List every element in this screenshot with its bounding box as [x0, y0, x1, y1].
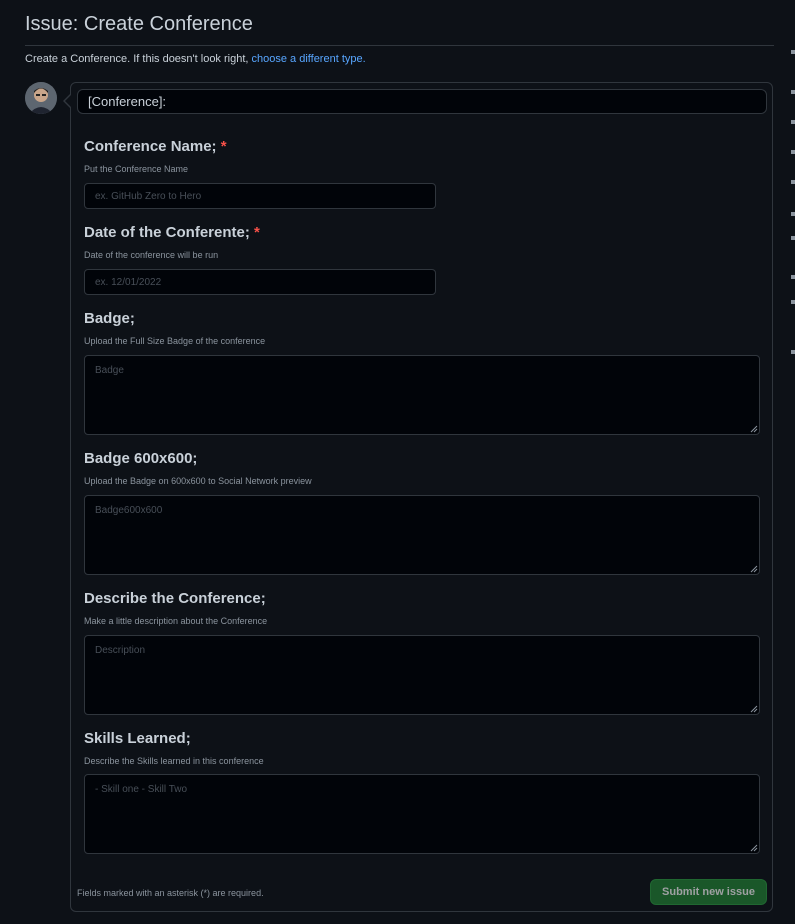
- avatar-icon: [25, 82, 57, 114]
- sidebar-edge-marker: [791, 300, 795, 304]
- description-textarea[interactable]: [84, 635, 760, 715]
- description-label: Describe the Conference;: [84, 590, 266, 607]
- badge-textarea[interactable]: [84, 355, 760, 435]
- conference-name-description: Put the Conference Name: [84, 164, 189, 174]
- form-caret-inner: [65, 95, 71, 107]
- sidebar-edge-marker: [791, 212, 795, 216]
- required-asterisk: *: [254, 224, 260, 241]
- header-divider: [25, 45, 774, 46]
- resize-handle-icon[interactable]: [750, 844, 758, 852]
- subtitle-text: Create a Conference. If this doesn't loo…: [25, 53, 249, 65]
- sidebar-edge-marker: [791, 275, 795, 279]
- submit-issue-button[interactable]: Submit new issue: [650, 879, 767, 905]
- sidebar-edge-marker: [791, 180, 795, 184]
- resize-handle-icon[interactable]: [750, 425, 758, 433]
- conference-date-label: Date of the Conferente; *: [84, 224, 260, 241]
- sidebar-edge-marker: [791, 150, 795, 154]
- sidebar-edge-marker: [791, 120, 795, 124]
- conference-date-label-text: Date of the Conferente;: [84, 224, 250, 241]
- conference-date-input[interactable]: [84, 269, 436, 295]
- conference-name-label: Conference Name; *: [84, 138, 227, 155]
- skills-label: Skills Learned;: [84, 730, 191, 747]
- choose-type-link[interactable]: choose a different type.: [252, 53, 366, 65]
- required-fields-note: Fields marked with an asterisk (*) are r…: [77, 888, 264, 898]
- resize-handle-icon[interactable]: [750, 705, 758, 713]
- sidebar-edge-marker: [791, 236, 795, 240]
- badge-600-description: Upload the Badge on 600x600 to Social Ne…: [84, 476, 312, 486]
- sidebar-edge-marker: [791, 90, 795, 94]
- sidebar-edge-marker: [791, 50, 795, 54]
- conference-name-label-text: Conference Name;: [84, 138, 217, 155]
- page-subtitle: Create a Conference. If this doesn't loo…: [25, 53, 366, 65]
- issue-title-input[interactable]: [77, 89, 767, 114]
- resize-handle-icon[interactable]: [750, 565, 758, 573]
- description-description: Make a little description about the Conf…: [84, 616, 268, 626]
- badge-description: Upload the Full Size Badge of the confer…: [84, 336, 266, 346]
- avatar[interactable]: [25, 82, 57, 114]
- skills-textarea[interactable]: [84, 774, 760, 854]
- required-asterisk: *: [220, 138, 227, 155]
- skills-description: Describe the Skills learned in this conf…: [84, 756, 264, 766]
- sidebar-edge-marker: [791, 350, 795, 354]
- badge-600-label: Badge 600x600;: [84, 450, 198, 467]
- conference-name-input[interactable]: [84, 183, 436, 209]
- badge-600-textarea[interactable]: [84, 495, 760, 575]
- conference-date-description: Date of the conference will be run: [84, 250, 219, 260]
- badge-label: Badge;: [84, 310, 135, 327]
- page-title: Issue: Create Conference: [25, 13, 253, 35]
